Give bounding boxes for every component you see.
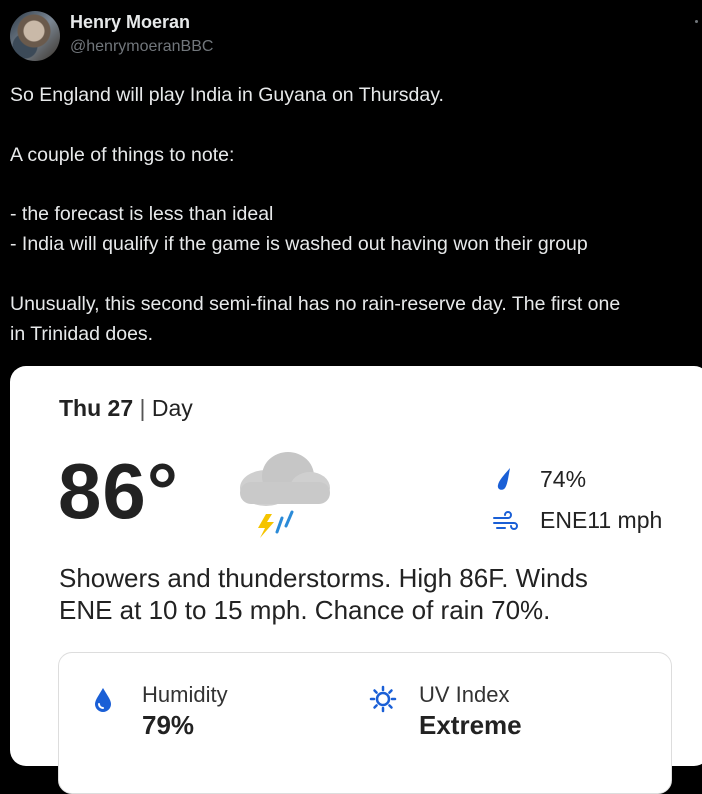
tweet-text-line: So England will play India in Guyana on … bbox=[10, 84, 444, 106]
forecast-date: Thu 27 | Day bbox=[59, 395, 193, 422]
rain-chance: 74% bbox=[540, 466, 587, 492]
tweet-text-line: - the forecast is less than ideal bbox=[10, 203, 274, 225]
humidity-drop-icon bbox=[95, 688, 111, 712]
tweet-text-line: in Trinidad does. bbox=[10, 323, 154, 345]
more-options-icon[interactable] bbox=[695, 20, 698, 23]
uv-index-value: Extreme bbox=[419, 710, 522, 740]
tweet-text-line: Unusually, this second semi-final has no… bbox=[10, 293, 621, 315]
wind-icon bbox=[493, 511, 518, 530]
forecast-period: Day bbox=[151, 395, 193, 421]
thunderstorm-cloud-icon bbox=[240, 452, 330, 538]
avatar[interactable] bbox=[10, 11, 60, 61]
author-name[interactable]: Henry Moeran bbox=[70, 12, 190, 33]
sun-icon bbox=[369, 685, 397, 713]
humidity-label: Humidity bbox=[142, 682, 228, 707]
raindrop-icon bbox=[497, 468, 510, 490]
attached-image-weather-card[interactable]: Thu 27 | Day 86° 74% ENE11 mph Showers a… bbox=[10, 366, 702, 794]
forecast-description-line: Showers and thunderstorms. High 86F. Win… bbox=[59, 563, 588, 593]
temperature: 86° bbox=[58, 447, 179, 535]
author-handle[interactable]: @henrymoeranBBC bbox=[70, 38, 213, 56]
forecast-day: Thu 27 bbox=[59, 395, 134, 421]
uv-index-label: UV Index bbox=[419, 682, 510, 707]
tweet-text-line: - India will qualify if the game is wash… bbox=[10, 233, 588, 255]
forecast-description: Showers and thunderstorms. High 86F. Win… bbox=[59, 562, 699, 626]
tweet-text-line: A couple of things to note: bbox=[10, 144, 235, 166]
wind-speed: ENE11 mph bbox=[540, 507, 663, 533]
forecast-details-panel: Humidity 79% UV Index Extreme bbox=[58, 652, 672, 794]
date-separator: | bbox=[139, 395, 146, 421]
forecast-description-line: ENE at 10 to 15 mph. Chance of rain 70%. bbox=[59, 595, 551, 625]
humidity-value: 79% bbox=[142, 710, 195, 740]
